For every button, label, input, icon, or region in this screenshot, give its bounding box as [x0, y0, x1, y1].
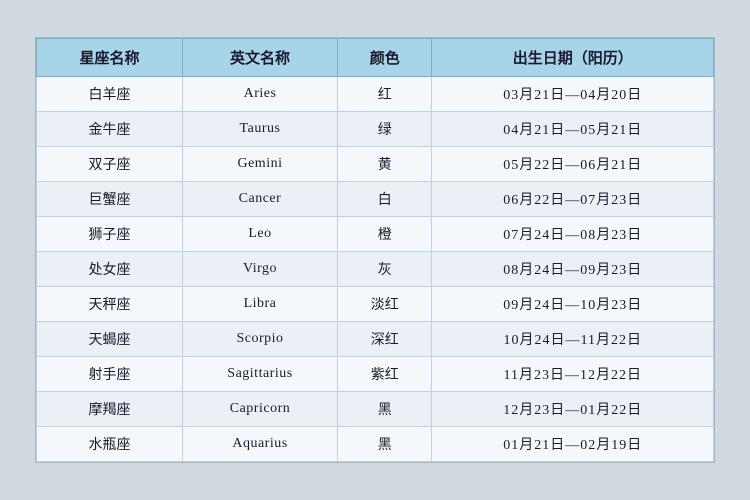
cell-dates: 07月24日—08月23日 [432, 217, 714, 252]
cell-chinese-name: 狮子座 [37, 217, 183, 252]
table-row: 处女座Virgo灰08月24日—09月23日 [37, 252, 714, 287]
cell-dates: 09月24日—10月23日 [432, 287, 714, 322]
table-row: 白羊座Aries红03月21日—04月20日 [37, 77, 714, 112]
cell-dates: 11月23日—12月22日 [432, 357, 714, 392]
table-row: 天蝎座Scorpio深红10月24日—11月22日 [37, 322, 714, 357]
cell-chinese-name: 处女座 [37, 252, 183, 287]
header-english-name: 英文名称 [182, 39, 337, 77]
table-body: 白羊座Aries红03月21日—04月20日金牛座Taurus绿04月21日—0… [37, 77, 714, 462]
cell-english-name: Virgo [182, 252, 337, 287]
cell-color: 深红 [338, 322, 432, 357]
zodiac-table-container: 星座名称 英文名称 颜色 出生日期（阳历） 白羊座Aries红03月21日—04… [35, 37, 715, 463]
table-header-row: 星座名称 英文名称 颜色 出生日期（阳历） [37, 39, 714, 77]
cell-english-name: Scorpio [182, 322, 337, 357]
cell-chinese-name: 双子座 [37, 147, 183, 182]
cell-color: 黑 [338, 392, 432, 427]
cell-chinese-name: 白羊座 [37, 77, 183, 112]
cell-chinese-name: 金牛座 [37, 112, 183, 147]
cell-chinese-name: 天蝎座 [37, 322, 183, 357]
cell-english-name: Cancer [182, 182, 337, 217]
cell-chinese-name: 射手座 [37, 357, 183, 392]
cell-dates: 03月21日—04月20日 [432, 77, 714, 112]
header-color: 颜色 [338, 39, 432, 77]
table-row: 射手座Sagittarius紫红11月23日—12月22日 [37, 357, 714, 392]
table-row: 狮子座Leo橙07月24日—08月23日 [37, 217, 714, 252]
table-row: 金牛座Taurus绿04月21日—05月21日 [37, 112, 714, 147]
cell-dates: 10月24日—11月22日 [432, 322, 714, 357]
header-dates: 出生日期（阳历） [432, 39, 714, 77]
zodiac-table: 星座名称 英文名称 颜色 出生日期（阳历） 白羊座Aries红03月21日—04… [36, 38, 714, 462]
cell-color: 白 [338, 182, 432, 217]
cell-english-name: Sagittarius [182, 357, 337, 392]
cell-chinese-name: 天秤座 [37, 287, 183, 322]
cell-english-name: Taurus [182, 112, 337, 147]
cell-color: 灰 [338, 252, 432, 287]
cell-dates: 12月23日—01月22日 [432, 392, 714, 427]
cell-english-name: Aries [182, 77, 337, 112]
cell-english-name: Aquarius [182, 427, 337, 462]
table-row: 双子座Gemini黄05月22日—06月21日 [37, 147, 714, 182]
cell-english-name: Leo [182, 217, 337, 252]
cell-chinese-name: 摩羯座 [37, 392, 183, 427]
cell-color: 紫红 [338, 357, 432, 392]
cell-english-name: Capricorn [182, 392, 337, 427]
table-row: 巨蟹座Cancer白06月22日—07月23日 [37, 182, 714, 217]
table-row: 摩羯座Capricorn黑12月23日—01月22日 [37, 392, 714, 427]
cell-color: 淡红 [338, 287, 432, 322]
cell-color: 黑 [338, 427, 432, 462]
cell-color: 橙 [338, 217, 432, 252]
cell-english-name: Libra [182, 287, 337, 322]
cell-chinese-name: 水瓶座 [37, 427, 183, 462]
cell-dates: 06月22日—07月23日 [432, 182, 714, 217]
table-row: 水瓶座Aquarius黑01月21日—02月19日 [37, 427, 714, 462]
cell-color: 红 [338, 77, 432, 112]
header-chinese-name: 星座名称 [37, 39, 183, 77]
cell-english-name: Gemini [182, 147, 337, 182]
cell-color: 黄 [338, 147, 432, 182]
cell-dates: 04月21日—05月21日 [432, 112, 714, 147]
cell-dates: 05月22日—06月21日 [432, 147, 714, 182]
cell-dates: 08月24日—09月23日 [432, 252, 714, 287]
table-row: 天秤座Libra淡红09月24日—10月23日 [37, 287, 714, 322]
cell-dates: 01月21日—02月19日 [432, 427, 714, 462]
cell-color: 绿 [338, 112, 432, 147]
cell-chinese-name: 巨蟹座 [37, 182, 183, 217]
